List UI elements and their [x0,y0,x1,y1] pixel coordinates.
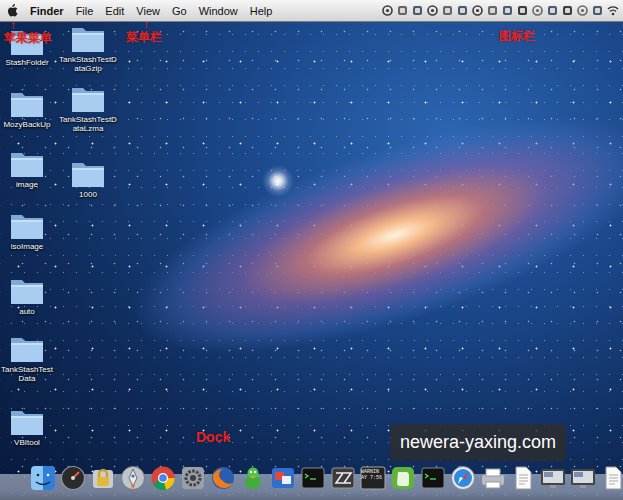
folder-label: isoImage [0,242,54,251]
desktop-folder[interactable]: auto [0,277,54,316]
annotation-label: 菜单栏 [126,31,162,44]
status-icon[interactable] [592,5,603,16]
folder-icon [71,25,105,53]
watermark: newera-yaxing.com [390,424,566,461]
terminal-icon[interactable] [420,465,446,491]
desktop-folder[interactable]: TankStashTestDataLzma [57,85,119,133]
menu-item[interactable]: File [70,0,100,22]
desktop-folder[interactable]: image [0,150,54,189]
console-text: WARNINAY 7:56 [361,469,382,481]
safari-icon[interactable] [450,465,476,491]
status-icon[interactable] [442,5,453,16]
desktop-folder[interactable]: TankStashTestDataGzip [57,25,119,73]
menu-item[interactable]: View [130,0,166,22]
printer-icon[interactable] [480,465,506,491]
console-line: WARNIN [361,469,382,475]
desktop-folder[interactable]: isoImage [0,212,54,251]
folder-icon [10,150,44,178]
status-icon[interactable] [502,5,513,16]
adium-icon[interactable] [240,465,266,491]
desktop-folder[interactable]: MozyBackUp [0,90,54,129]
evernote-icon[interactable] [390,465,416,491]
status-icon[interactable] [382,5,393,16]
status-icon[interactable] [532,5,543,16]
status-icon[interactable] [517,5,528,16]
annotation-label: 图标栏 [499,30,535,43]
folder-icon [10,335,44,363]
sysprefs-icon[interactable] [180,465,206,491]
status-icon[interactable] [607,5,619,16]
menu-item[interactable]: Finder [24,0,70,22]
dock: WARNINAY 7:56 [0,455,623,500]
launchpad-icon[interactable] [120,465,146,491]
folder-icon [10,212,44,240]
desktop-folder[interactable]: VBItool [0,408,54,447]
screen-icon[interactable] [570,465,596,491]
folder-icon [71,85,105,113]
folder-icon [10,277,44,305]
console-line: AY 7:56 [361,475,382,481]
annotation-label: Dock [196,430,230,445]
archiver-icon[interactable] [330,465,356,491]
finder-icon[interactable] [30,465,56,491]
folder-label: StashFolder [0,58,54,67]
firefox-icon[interactable] [210,465,236,491]
menu-bar: FinderFileEditViewGoWindowHelp [0,0,623,22]
apple-menu-icon[interactable] [0,4,24,17]
folder-label: auto [0,307,54,316]
folder-label: VBItool [0,438,54,447]
menu-item[interactable]: Window [193,0,244,22]
remote-icon[interactable] [270,465,296,491]
status-icon[interactable] [427,5,438,16]
folder-icon [10,90,44,118]
folder-icon [71,160,105,188]
terminal-icon[interactable] [300,465,326,491]
folder-label: TankStashTestDataGzip [57,55,119,73]
status-icon[interactable] [487,5,498,16]
status-icon[interactable] [562,5,573,16]
status-icon[interactable] [412,5,423,16]
status-icon[interactable] [472,5,483,16]
document-icon[interactable] [600,465,623,491]
folder-label: TankStashTestDataLzma [57,115,119,133]
desktop-folder[interactable]: 1000 [57,160,119,199]
document-icon[interactable] [510,465,536,491]
folder-label: MozyBackUp [0,120,54,129]
status-icon[interactable] [457,5,468,16]
chrome-icon[interactable] [150,465,176,491]
folder-label: image [0,180,54,189]
keychain-icon[interactable] [90,465,116,491]
menu-item[interactable]: Edit [99,0,130,22]
folder-icon [10,408,44,436]
desktop-folder[interactable]: TankStashTestData [0,335,54,383]
dashboard-icon[interactable] [60,465,86,491]
menu-item[interactable]: Help [244,0,279,22]
folder-label: TankStashTestData [0,365,54,383]
annotation-label: 苹果菜单 [4,32,52,45]
menu-item[interactable]: Go [166,0,193,22]
screen-icon[interactable] [540,465,566,491]
status-icon[interactable] [577,5,588,16]
status-icon[interactable] [397,5,408,16]
status-icon[interactable] [547,5,558,16]
folder-label: 1000 [57,190,119,199]
console-icon[interactable]: WARNINAY 7:56 [360,465,386,491]
